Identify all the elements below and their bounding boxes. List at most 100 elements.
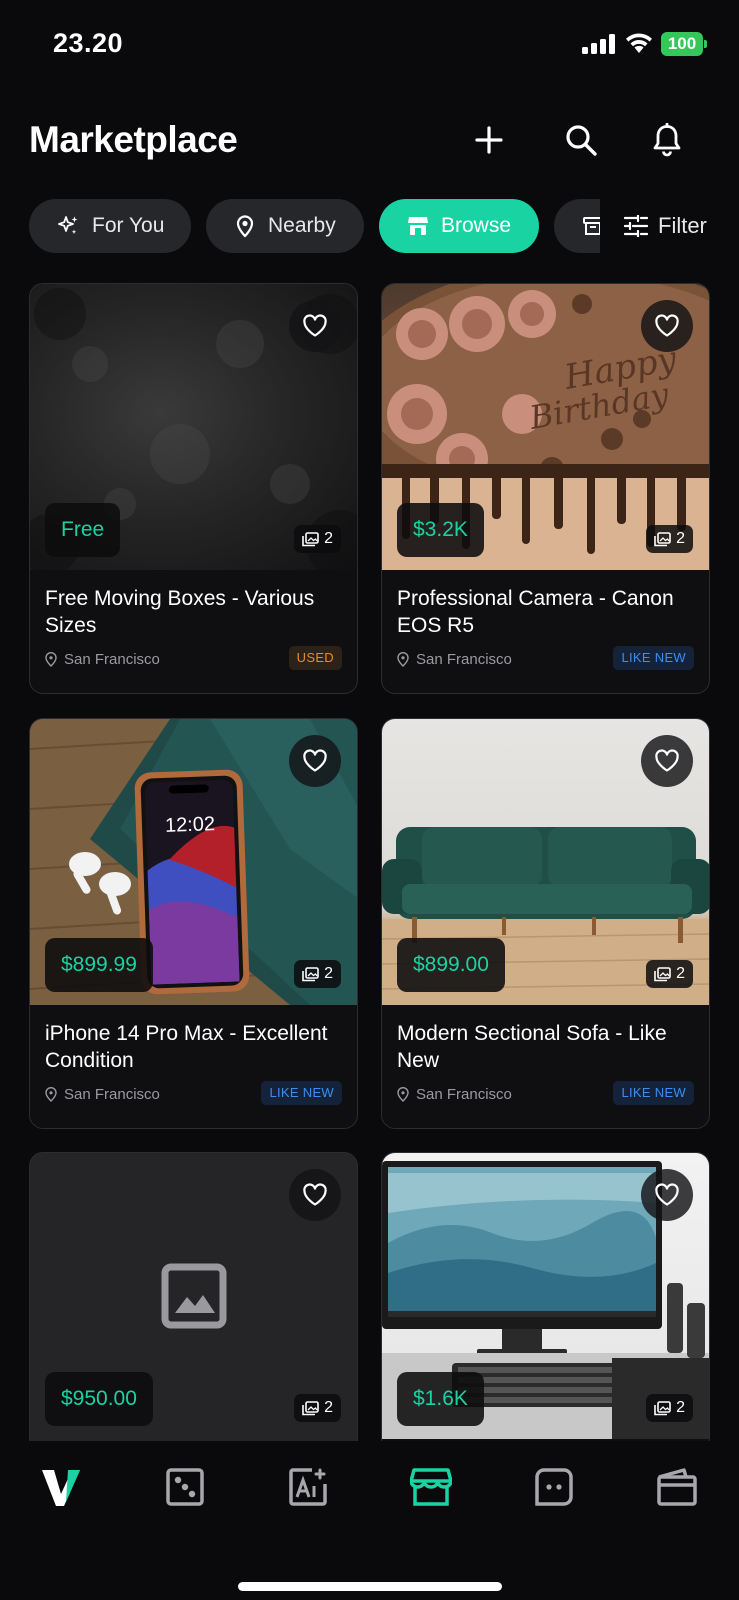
- listing-card[interactable]: $1.6K 2: [381, 1152, 710, 1441]
- listing-title: Modern Sectional Sofa - Like New: [397, 1022, 667, 1072]
- image-count: 2: [324, 1399, 333, 1416]
- plus-icon: [475, 126, 503, 154]
- add-button[interactable]: [467, 118, 511, 162]
- chip-nearby[interactable]: Nearby: [206, 199, 364, 253]
- listings-grid: Free 2 Free Moving Boxes - Various Sizes…: [29, 283, 710, 1441]
- image-count-badge: 2: [646, 1394, 693, 1422]
- dice-icon: [166, 1468, 204, 1506]
- heart-icon: [303, 1183, 327, 1206]
- location-pin-icon: [45, 652, 57, 667]
- status-time: 23.20: [53, 28, 124, 58]
- search-button[interactable]: [559, 118, 603, 162]
- condition-badge: LIKE NEW: [613, 1081, 694, 1105]
- nav-home[interactable]: [37, 1463, 85, 1511]
- listing-card[interactable]: Free 2 Free Moving Boxes - Various Sizes…: [29, 283, 358, 694]
- chip-label: For You: [92, 214, 165, 237]
- image-count-badge: 2: [294, 960, 341, 988]
- gallery-icon: [654, 966, 671, 981]
- image-count: 2: [676, 965, 685, 982]
- store-icon: [410, 1468, 452, 1506]
- listing-title: iPhone 14 Pro Max - Excellent Condition: [45, 1022, 328, 1072]
- image-count-badge: 2: [646, 960, 693, 988]
- price-tag: $1.6K: [397, 1372, 484, 1426]
- image-count-badge: 2: [294, 1394, 341, 1422]
- listing-location: San Francisco: [45, 651, 160, 668]
- image-count: 2: [676, 1399, 685, 1416]
- image-count-badge: 2: [294, 525, 341, 553]
- listing-title: Professional Camera - Canon EOS R5: [397, 587, 674, 637]
- svg-text:12:02: 12:02: [165, 813, 216, 837]
- heart-icon: [655, 1183, 679, 1206]
- chip-browse[interactable]: Browse: [379, 199, 539, 253]
- page-title: Marketplace: [29, 119, 238, 160]
- favorite-button[interactable]: [289, 735, 341, 787]
- gallery-icon: [654, 531, 671, 546]
- listing-card[interactable]: Happy Birthday $3.2K 2 Professional Came…: [381, 283, 710, 694]
- price-tag: $950.00: [45, 1372, 153, 1426]
- store-icon: [408, 217, 428, 235]
- image-count: 2: [676, 530, 685, 547]
- chip-label: Browse: [441, 214, 512, 237]
- location-text: San Francisco: [64, 651, 160, 668]
- location-pin-icon: [236, 215, 254, 238]
- image-count: 2: [324, 965, 333, 982]
- gallery-icon: [302, 531, 319, 546]
- chip-for-you[interactable]: For You: [29, 199, 191, 253]
- filter-label: Filter: [658, 213, 707, 238]
- ai-text-icon: [289, 1468, 327, 1506]
- bell-icon: [653, 123, 681, 157]
- favorite-button[interactable]: [289, 1169, 341, 1221]
- location-text: San Francisco: [64, 1086, 160, 1103]
- location-pin-icon: [45, 1087, 57, 1102]
- wallet-icon: [657, 1468, 697, 1506]
- favorite-button[interactable]: [641, 735, 693, 787]
- listing-card[interactable]: 12:02 $899.99 2 iPhone 14 Pro Max - Exce…: [29, 718, 358, 1129]
- gallery-icon: [302, 1400, 319, 1415]
- image-count: 2: [324, 530, 333, 547]
- nav-chat[interactable]: [530, 1463, 578, 1511]
- search-icon: [566, 125, 597, 156]
- image-placeholder-icon: [161, 1263, 227, 1329]
- favorite-button[interactable]: [289, 300, 341, 352]
- condition-badge: LIKE NEW: [261, 1081, 342, 1105]
- condition-badge: LIKE NEW: [613, 646, 694, 670]
- bottom-nav: [0, 1441, 739, 1600]
- listing-card[interactable]: $899.00 2 Modern Sectional Sofa - Like N…: [381, 718, 710, 1129]
- heart-icon: [655, 749, 679, 772]
- location-text: San Francisco: [416, 651, 512, 668]
- sliders-icon: [624, 215, 648, 237]
- location-pin-icon: [397, 1087, 409, 1102]
- notifications-button[interactable]: [645, 118, 689, 162]
- battery-icon: 100: [661, 32, 707, 56]
- cellular-signal-icon: [582, 34, 615, 54]
- battery-level: 100: [661, 32, 703, 56]
- sparkle-icon: [58, 216, 78, 235]
- status-bar: 23.20 100: [0, 0, 739, 90]
- nav-wallet[interactable]: [653, 1463, 701, 1511]
- favorite-button[interactable]: [641, 1169, 693, 1221]
- listing-location: San Francisco: [397, 1086, 512, 1103]
- price-tag: $3.2K: [397, 503, 484, 557]
- listing-card[interactable]: $950.00 2: [29, 1152, 358, 1441]
- condition-badge: USED: [288, 646, 342, 670]
- price-tag: Free: [45, 503, 121, 557]
- chip-label: Nearby: [268, 214, 336, 237]
- favorite-button[interactable]: [641, 300, 693, 352]
- listing-title: Free Moving Boxes - Various Sizes: [45, 587, 315, 637]
- heart-icon: [655, 314, 679, 337]
- gallery-icon: [654, 1400, 671, 1415]
- listing-location: San Francisco: [397, 651, 512, 668]
- category-chips: For You Nearby Browse Filter: [0, 199, 739, 255]
- chat-face-icon: [535, 1468, 573, 1506]
- nav-marketplace[interactable]: [407, 1463, 455, 1511]
- home-indicator: [238, 1582, 502, 1591]
- nav-ai[interactable]: [284, 1463, 332, 1511]
- filter-button[interactable]: Filter: [600, 199, 739, 253]
- location-pin-icon: [397, 652, 409, 667]
- nav-games[interactable]: [161, 1463, 209, 1511]
- price-tag: $899.99: [45, 938, 153, 992]
- price-tag: $899.00: [397, 938, 505, 992]
- gallery-icon: [302, 966, 319, 981]
- wifi-icon: [626, 33, 652, 53]
- brand-logo-icon: [42, 1470, 80, 1506]
